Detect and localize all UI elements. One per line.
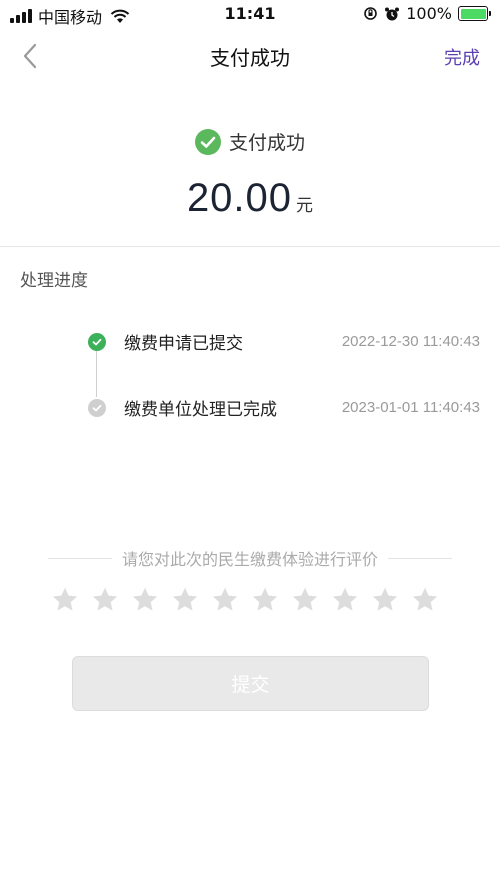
submit-button[interactable]: 提交 [72, 656, 429, 711]
nav-bar: 支付成功 完成 [0, 30, 500, 82]
step-label: 缴费申请已提交 [124, 334, 243, 354]
divider-line [48, 557, 112, 559]
amount-unit: 元 [296, 196, 314, 216]
star-icon[interactable] [171, 586, 199, 614]
status-bar: 中国移动 11:41 100% [0, 0, 500, 30]
progress-step: 缴费单位处理已完成 2023-01-01 11:40:43 [88, 395, 480, 420]
step-time: 2023-01-01 11:40:43 [341, 399, 480, 416]
progress-step: 缴费申请已提交 2022-12-30 11:40:43 [88, 329, 480, 354]
page-title: 支付成功 [210, 46, 290, 70]
divider-line [388, 557, 453, 559]
payment-status: 支付成功 [0, 128, 500, 155]
step-time: 2022-12-30 11:40:43 [341, 333, 480, 350]
divider [0, 246, 500, 247]
battery-icon [458, 6, 491, 21]
progress-title: 处理进度 [20, 271, 88, 291]
star-icon[interactable] [251, 586, 279, 614]
star-icon[interactable] [211, 586, 239, 614]
amount-value: 20.00 [186, 176, 293, 220]
rating-prompt-row: 请您对此次的民生缴费体验进行评价 [48, 546, 453, 570]
star-rating [51, 586, 439, 614]
star-icon[interactable] [131, 586, 159, 614]
star-icon[interactable] [411, 586, 439, 614]
step-pending-icon [88, 398, 106, 417]
alarm-icon [385, 7, 400, 20]
check-circle-icon [194, 128, 221, 155]
star-icon[interactable] [51, 586, 79, 614]
step-done-icon [88, 332, 106, 351]
payment-status-label: 支付成功 [228, 132, 305, 154]
status-right: 100% [363, 4, 491, 23]
star-icon[interactable] [371, 586, 399, 614]
orientation-lock-icon [364, 7, 378, 20]
battery-percent: 100% [406, 4, 452, 23]
step-label: 缴费单位处理已完成 [124, 400, 277, 420]
rating-prompt: 请您对此次的民生缴费体验进行评价 [122, 550, 379, 569]
progress-connector [96, 347, 97, 397]
star-icon[interactable] [91, 586, 119, 614]
star-icon[interactable] [291, 586, 319, 614]
payment-amount: 20.00 元 [0, 176, 500, 221]
done-button[interactable]: 完成 [444, 44, 480, 70]
star-icon[interactable] [331, 586, 359, 614]
